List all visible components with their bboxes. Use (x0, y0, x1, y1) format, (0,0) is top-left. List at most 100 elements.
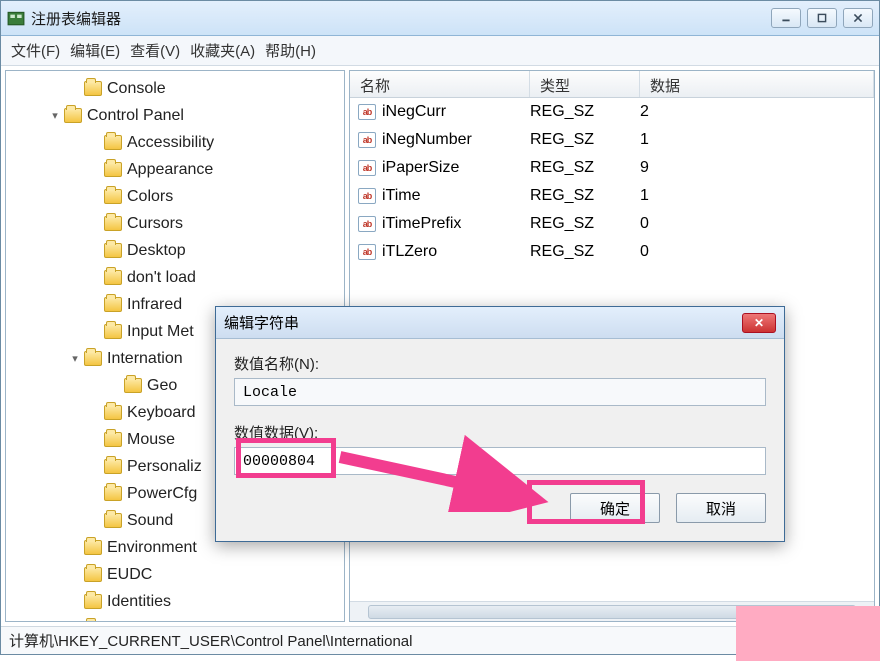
value-data: 9 (640, 159, 874, 177)
folder-icon (64, 108, 82, 123)
close-button[interactable] (843, 8, 873, 28)
dialog-title: 编辑字符串 (224, 312, 299, 333)
value-data-field[interactable] (234, 447, 766, 475)
tree-label: Keyboard Layout (107, 620, 228, 622)
folder-icon (104, 459, 122, 474)
col-header-name[interactable]: 名称 (350, 71, 530, 97)
folder-icon (104, 243, 122, 258)
tree-item[interactable]: Appearance (6, 156, 344, 183)
tree-label: Console (107, 80, 166, 98)
folder-icon (104, 324, 122, 339)
menu-favorites[interactable]: 收藏夹(A) (190, 40, 255, 61)
menu-edit[interactable]: 编辑(E) (70, 40, 120, 61)
folder-icon (104, 513, 122, 528)
tree-label: Colors (127, 188, 173, 206)
value-type: REG_SZ (530, 243, 640, 261)
tree-label: Appearance (127, 161, 213, 179)
app-icon (7, 9, 25, 27)
folder-icon (84, 540, 102, 555)
edit-string-dialog: 编辑字符串 ✕ 数值名称(N): 数值数据(V): 确定 取消 (215, 306, 785, 542)
string-value-icon: ab (358, 188, 376, 204)
list-row[interactable]: abiTimePrefixREG_SZ0 (350, 210, 874, 238)
cancel-button[interactable]: 取消 (676, 493, 766, 523)
folder-icon (84, 567, 102, 582)
tree-label: Accessibility (127, 134, 214, 152)
tree-item[interactable]: Desktop (6, 237, 344, 264)
string-value-icon: ab (358, 132, 376, 148)
tree-item[interactable]: Keyboard Layout (6, 615, 344, 621)
folder-icon (104, 405, 122, 420)
value-data: 2 (640, 103, 874, 121)
tree-item[interactable]: don't load (6, 264, 344, 291)
value-data: 1 (640, 131, 874, 149)
tree-item[interactable]: Identities (6, 588, 344, 615)
menu-view[interactable]: 查看(V) (130, 40, 180, 61)
status-path: 计算机\HKEY_CURRENT_USER\Control Panel\Inte… (9, 630, 412, 651)
value-type: REG_SZ (530, 159, 640, 177)
tree-label: Control Panel (87, 107, 184, 125)
value-data: 0 (640, 243, 874, 261)
tree-label: Identities (107, 593, 171, 611)
tree-label: Environment (107, 539, 197, 557)
col-header-data[interactable]: 数据 (640, 71, 874, 97)
tree-item[interactable]: EUDC (6, 561, 344, 588)
value-type: REG_SZ (530, 103, 640, 121)
value-name: iTimePrefix (382, 215, 461, 233)
value-name: iTime (382, 187, 421, 205)
tree-label: Internation (107, 350, 183, 368)
dialog-titlebar[interactable]: 编辑字符串 ✕ (216, 307, 784, 339)
value-data: 0 (640, 215, 874, 233)
folder-icon (104, 432, 122, 447)
list-row[interactable]: abiTimeREG_SZ1 (350, 182, 874, 210)
value-name: iNegNumber (382, 131, 472, 149)
dialog-close-button[interactable]: ✕ (742, 313, 776, 333)
minimize-button[interactable] (771, 8, 801, 28)
folder-icon (104, 216, 122, 231)
folder-icon (84, 351, 102, 366)
col-header-type[interactable]: 类型 (530, 71, 640, 97)
ok-button[interactable]: 确定 (570, 493, 660, 523)
tree-label: Mouse (127, 431, 175, 449)
menu-file[interactable]: 文件(F) (11, 40, 60, 61)
tree-label: Infrared (127, 296, 182, 314)
value-name: iPaperSize (382, 159, 459, 177)
folder-icon (84, 594, 102, 609)
tree-item[interactable]: Colors (6, 183, 344, 210)
tree-item[interactable]: Cursors (6, 210, 344, 237)
folder-icon (104, 270, 122, 285)
tree-item[interactable]: Accessibility (6, 129, 344, 156)
list-row[interactable]: abiTLZeroREG_SZ0 (350, 238, 874, 266)
list-header[interactable]: 名称 类型 数据 (350, 71, 874, 98)
folder-icon (104, 135, 122, 150)
tree-label: Sound (127, 512, 173, 530)
list-row[interactable]: ab iNegCurr REG_SZ2 (350, 98, 874, 126)
tree-label: PowerCfg (127, 485, 197, 503)
tree-label: Geo (147, 377, 177, 395)
value-name: iNegCurr (382, 103, 446, 121)
value-data: 1 (640, 187, 874, 205)
list-row[interactable]: ab iNegNumber REG_SZ1 (350, 126, 874, 154)
folder-icon (104, 162, 122, 177)
titlebar[interactable]: 注册表编辑器 (1, 1, 879, 36)
tree-label: Desktop (127, 242, 186, 260)
watermark-block (736, 606, 880, 661)
menu-help[interactable]: 帮助(H) (265, 40, 316, 61)
tree-item[interactable]: ▾Control Panel (6, 102, 344, 129)
value-data-label: 数值数据(V): (234, 422, 766, 443)
maximize-button[interactable] (807, 8, 837, 28)
folder-icon (124, 378, 142, 393)
list-row[interactable]: ab iPaperSize REG_SZ9 (350, 154, 874, 182)
tree-label: Cursors (127, 215, 183, 233)
tree-label: EUDC (107, 566, 152, 584)
value-type: REG_SZ (530, 131, 640, 149)
tree-label: don't load (127, 269, 196, 287)
tree-item[interactable]: Console (6, 75, 344, 102)
value-name-field (234, 378, 766, 406)
string-value-icon: ab (358, 160, 376, 176)
tree-label: Input Met (127, 323, 194, 341)
folder-icon (104, 189, 122, 204)
tree-label: Personaliz (127, 458, 202, 476)
string-value-icon: ab (358, 104, 376, 120)
value-type: REG_SZ (530, 215, 640, 233)
window-title: 注册表编辑器 (31, 8, 771, 29)
